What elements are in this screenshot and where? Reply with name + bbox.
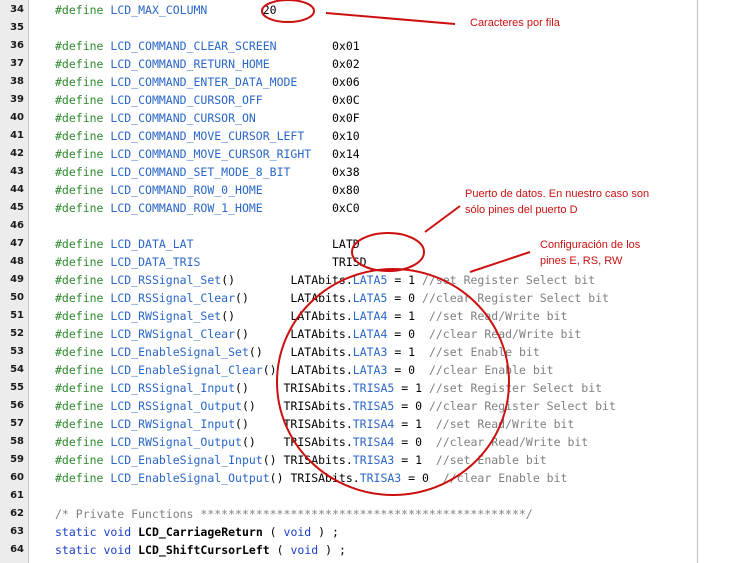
annotation-marks: [261, 0, 531, 496]
arrow-caracteres: [325, 12, 456, 25]
arrow-puerto: [424, 205, 461, 233]
circle-control-pins: [276, 268, 510, 496]
circle-max-column: [261, 0, 315, 23]
circle-data-port: [351, 232, 425, 272]
arrow-configuracion: [469, 251, 531, 273]
